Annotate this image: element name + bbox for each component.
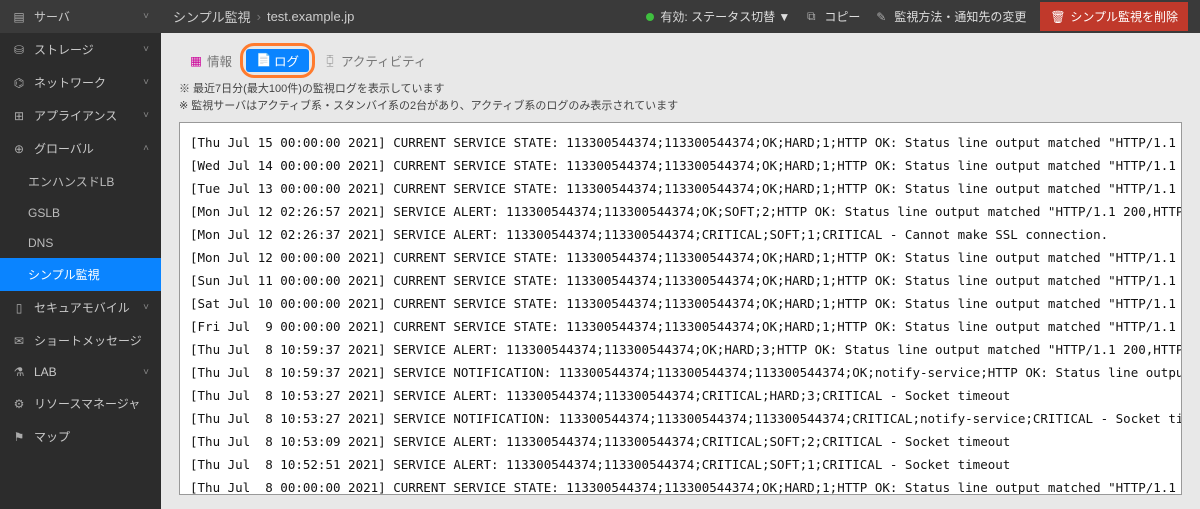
- map-icon: ⚑: [12, 430, 26, 444]
- sidebar-subitem[interactable]: エンハンスドLB: [0, 165, 161, 198]
- tab-log[interactable]: 📄 ログ: [246, 49, 309, 72]
- sidebar-item-label: ストレージ: [34, 41, 94, 58]
- lab-icon: ⚗: [12, 365, 26, 379]
- breadcrumb-root[interactable]: シンプル監視: [173, 7, 251, 26]
- sidebar-item-map[interactable]: ⚑ マップ: [0, 420, 161, 453]
- main: シンプル監視 › test.example.jp 有効: ステータス切替 ▼ ⧉…: [161, 0, 1200, 509]
- resmgr-icon: ⚙: [12, 397, 26, 411]
- copy-button[interactable]: ⧉ コピー: [804, 8, 860, 25]
- delete-button[interactable]: 🗑 シンプル監視を削除: [1040, 2, 1188, 31]
- sidebar-subitem[interactable]: DNS: [0, 228, 161, 258]
- tab-activity[interactable]: ⧮ アクティビティ: [313, 49, 436, 72]
- note-line-2: ※ 監視サーバはアクティブ系・スタンバイ系の2台があり、アクティブ系のログのみ表…: [179, 100, 678, 112]
- topbar: シンプル監視 › test.example.jp 有効: ステータス切替 ▼ ⧉…: [161, 0, 1200, 33]
- mobile-icon: ▯: [12, 301, 26, 315]
- status-label: 有効: ステータス切替 ▼: [660, 8, 790, 25]
- log-output[interactable]: [Thu Jul 15 00:00:00 2021] CURRENT SERVI…: [179, 122, 1182, 495]
- chevron-down-icon: ˅: [143, 77, 149, 88]
- sidebar-item-label: ショートメッセージ: [34, 332, 142, 349]
- sidebar-item-storage[interactable]: ⛁ ストレージ ˅: [0, 33, 161, 66]
- sidebar-item-label: サーバ: [34, 8, 70, 25]
- edit-label: 監視方法・通知先の変更: [894, 8, 1026, 25]
- sidebar-item-lab[interactable]: ⚗ LAB ˅: [0, 357, 161, 387]
- sidebar-item-label: ネットワーク: [34, 74, 106, 91]
- server-icon: ▤: [12, 10, 26, 24]
- sidebar-item-label: リソースマネージャ: [34, 395, 140, 412]
- edit-button[interactable]: ✎ 監視方法・通知先の変更: [874, 8, 1026, 25]
- sidebar-item-appliance[interactable]: ⊞ アプライアンス ˅: [0, 99, 161, 132]
- status-toggle[interactable]: 有効: ステータス切替 ▼: [646, 8, 790, 25]
- log-note: ※ 最近7日分(最大100件)の監視ログを表示しています ※ 監視サーバはアクテ…: [179, 81, 1182, 114]
- log-icon: 📄: [256, 53, 270, 68]
- chevron-down-icon: ˅: [143, 11, 149, 22]
- tab-log-label: ログ: [274, 51, 299, 70]
- sidebar-item-msg[interactable]: ✉ ショートメッセージ: [0, 324, 161, 357]
- chevron-down-icon: ˅: [143, 110, 149, 121]
- chevron-down-icon: ˅: [143, 367, 149, 378]
- copy-label: コピー: [824, 8, 860, 25]
- sidebar-item-label: セキュアモバイル: [34, 299, 130, 316]
- sidebar-item-label: アプライアンス: [34, 107, 117, 124]
- edit-icon: ✎: [874, 10, 888, 24]
- copy-icon: ⧉: [804, 9, 818, 24]
- trash-icon: 🗑: [1050, 10, 1064, 24]
- actions: 有効: ステータス切替 ▼ ⧉ コピー ✎ 監視方法・通知先の変更 🗑 シンプル…: [646, 8, 1188, 25]
- sidebar-item-server[interactable]: ▤ サーバ ˅: [0, 0, 161, 33]
- chevron-down-icon: ˅: [143, 302, 149, 313]
- activity-icon: ⧮: [323, 53, 337, 68]
- sidebar-item-network[interactable]: ⌬ ネットワーク ˅: [0, 66, 161, 99]
- global-icon: ⊕: [12, 142, 26, 156]
- sidebar-item-label: LAB: [34, 365, 57, 379]
- sidebar-subitem[interactable]: GSLB: [0, 198, 161, 228]
- tab-info-label: 情報: [207, 51, 232, 70]
- sidebar-item-label: マップ: [34, 428, 70, 445]
- network-icon: ⌬: [12, 76, 26, 90]
- info-icon: ▦: [189, 53, 203, 68]
- content: ▦ 情報 📄 ログ ⧮ アクティビティ ※ 最近7日分(最大100件)の監視ログ…: [161, 33, 1200, 509]
- storage-icon: ⛁: [12, 43, 26, 57]
- sidebar-item-global[interactable]: ⊕ グローバル ˄: [0, 132, 161, 165]
- sidebar-item-label: グローバル: [34, 140, 94, 157]
- sidebar-item-resmgr[interactable]: ⚙ リソースマネージャ: [0, 387, 161, 420]
- sidebar-item-mobile[interactable]: ▯ セキュアモバイル ˅: [0, 291, 161, 324]
- appliance-icon: ⊞: [12, 109, 26, 123]
- chevron-down-icon: ˅: [143, 44, 149, 55]
- sidebar-subitem[interactable]: シンプル監視: [0, 258, 161, 291]
- delete-label: シンプル監視を削除: [1070, 8, 1178, 25]
- tab-info[interactable]: ▦ 情報: [179, 49, 242, 72]
- chevron-up-icon: ˄: [143, 143, 149, 154]
- tab-activity-label: アクティビティ: [341, 51, 426, 70]
- msg-icon: ✉: [12, 334, 26, 348]
- tabs: ▦ 情報 📄 ログ ⧮ アクティビティ: [179, 49, 1182, 71]
- sidebar: ▤ サーバ ˅ ⛁ ストレージ ˅ ⌬ ネットワーク ˅ ⊞ アプライアンス ˅ ⊕ グローバル ˄ エンハ…: [0, 0, 161, 509]
- breadcrumb-current: test.example.jp: [267, 9, 354, 24]
- note-line-1: ※ 最近7日分(最大100件)の監視ログを表示しています: [179, 83, 445, 95]
- breadcrumb: シンプル監視 › test.example.jp: [173, 7, 354, 26]
- breadcrumb-sep: ›: [257, 9, 261, 24]
- status-dot-icon: [646, 13, 654, 21]
